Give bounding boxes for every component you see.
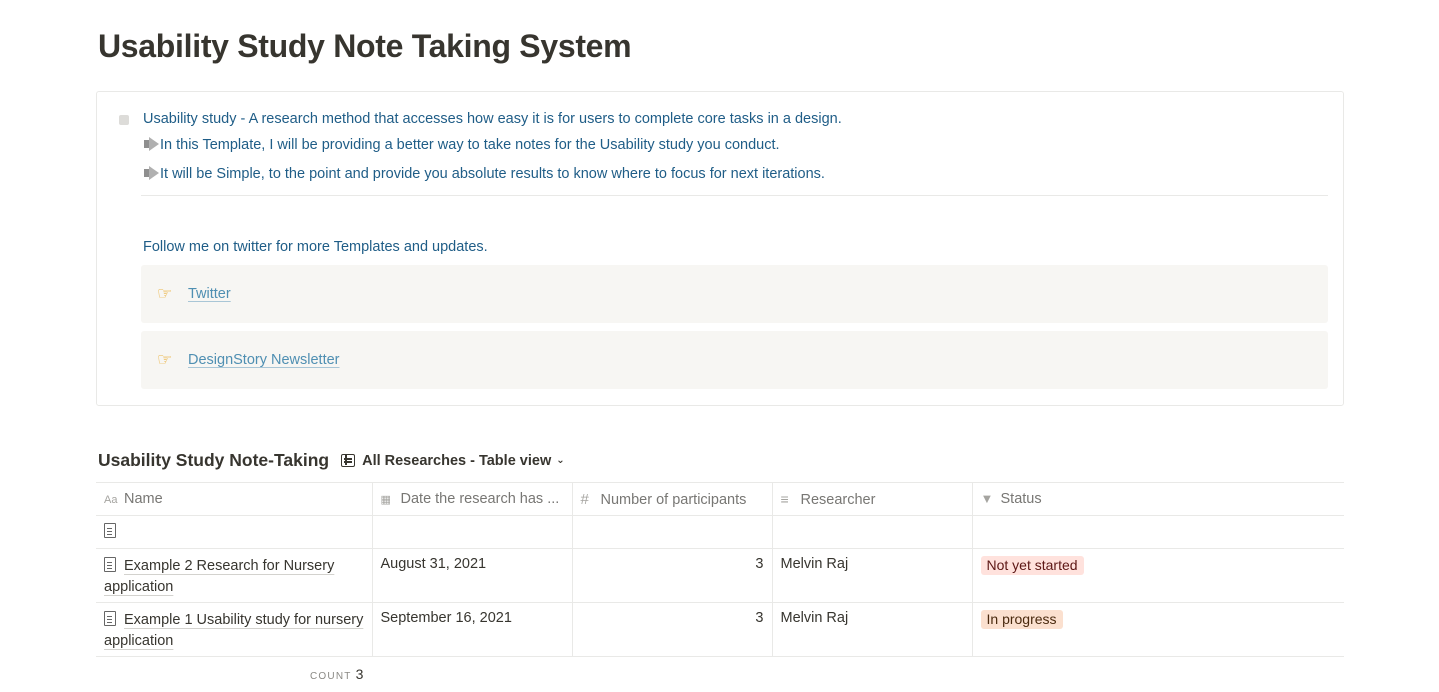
column-header-researcher[interactable]: ≡ Researcher [772, 482, 973, 516]
newsletter-link[interactable]: DesignStory Newsletter [188, 352, 340, 368]
status-badge: In progress [980, 610, 1063, 629]
intro-simple-text: It will be Simple, to the point and prov… [160, 166, 825, 182]
participants-cell[interactable] [572, 515, 773, 549]
twitter-link[interactable]: Twitter [188, 286, 231, 302]
megaphone-icon [143, 166, 160, 180]
date-cell[interactable]: September 16, 2021 [372, 602, 573, 657]
intro-template-line: In this Template, I will be providing a … [143, 137, 780, 153]
intro-callout: Usability study - A research method that… [96, 91, 1344, 406]
page-title: Usability Study Note Taking System [98, 28, 632, 64]
date-cell[interactable]: August 31, 2021 [372, 548, 573, 603]
table-row[interactable] [96, 515, 1344, 549]
follow-text: Follow me on twitter for more Templates … [143, 239, 488, 255]
pointing-hand-icon: ☞ [157, 284, 173, 303]
column-header-date[interactable]: ▦ Date the research has ... [372, 482, 573, 516]
column-header-status[interactable]: ▼ Status [972, 482, 1344, 516]
row-title-link[interactable]: Example 2 Research for Nursery applicati… [104, 558, 334, 595]
text-icon: Aa [104, 494, 118, 506]
callout-square-icon [119, 115, 129, 125]
newsletter-link-card[interactable]: ☞ DesignStory Newsletter [141, 331, 1328, 389]
pointing-hand-icon: ☞ [157, 350, 173, 369]
database-title[interactable]: Usability Study Note-Taking [98, 450, 329, 471]
intro-simple-line: It will be Simple, to the point and prov… [143, 166, 825, 182]
divider [141, 195, 1328, 196]
participants-cell[interactable]: 3 [572, 602, 773, 657]
twitter-link-card[interactable]: ☞ Twitter [141, 265, 1328, 323]
status-badge: Not yet started [980, 556, 1084, 575]
count-label: COUNT [310, 671, 352, 682]
page-icon [104, 611, 116, 626]
hash-icon: # [580, 491, 589, 508]
page-icon [104, 557, 116, 572]
status-cell[interactable] [972, 515, 1344, 549]
intro-definition-text: Usability study - A research method that… [143, 111, 842, 127]
page-icon [104, 523, 116, 538]
date-cell[interactable] [372, 515, 573, 549]
participants-cell[interactable]: 3 [572, 548, 773, 603]
column-header-name[interactable]: Aa Name [96, 482, 373, 516]
researcher-cell[interactable] [772, 515, 973, 549]
row-title-link[interactable]: Example 1 Usability study for nursery ap… [104, 612, 363, 649]
megaphone-icon [143, 137, 160, 151]
database-table: Aa Name ▦ Date the research has ... # Numbe… [96, 482, 1344, 657]
status-icon: ▼ [980, 491, 994, 506]
researcher-cell[interactable]: Melvin Raj [772, 548, 973, 603]
name-cell[interactable]: Example 2 Research for Nursery applicati… [96, 548, 373, 603]
count-value: 3 [355, 666, 364, 682]
name-cell[interactable] [96, 515, 373, 549]
table-icon [341, 454, 356, 467]
researcher-cell[interactable]: Melvin Raj [772, 602, 973, 657]
intro-template-text: In this Template, I will be providing a … [160, 137, 780, 153]
database-header: Usability Study Note-Taking All Research… [98, 450, 565, 471]
table-row[interactable]: Example 1 Usability study for nursery ap… [96, 602, 1344, 657]
calendar-icon: ▦ [380, 494, 391, 506]
view-selector-button[interactable]: All Researches - Table view ⌄ [341, 453, 565, 469]
view-label: All Researches - Table view [362, 452, 552, 469]
name-cell[interactable]: Example 1 Usability study for nursery ap… [96, 602, 373, 657]
column-header-participants[interactable]: # Number of participants [572, 482, 773, 516]
count-summary[interactable]: COUNT 3 [310, 666, 363, 682]
status-cell[interactable]: Not yet started [972, 548, 1344, 603]
chevron-down-icon: ⌄ [556, 455, 565, 466]
status-cell[interactable]: In progress [972, 602, 1344, 657]
lines-icon: ≡ [780, 491, 789, 507]
table-row[interactable]: Example 2 Research for Nursery applicati… [96, 548, 1344, 603]
